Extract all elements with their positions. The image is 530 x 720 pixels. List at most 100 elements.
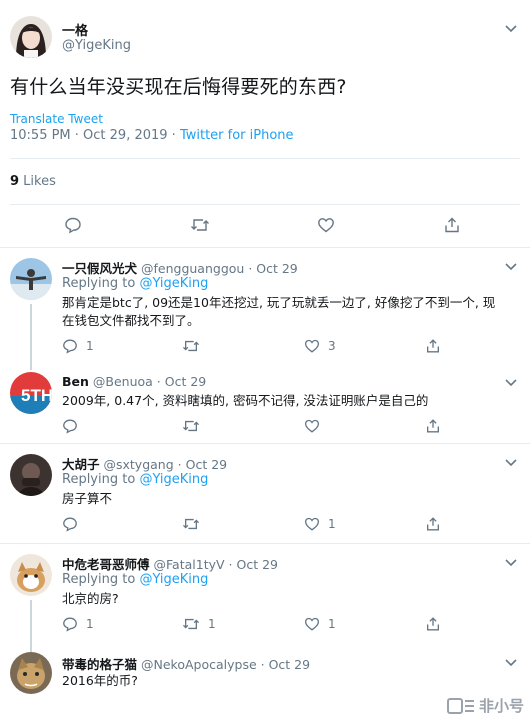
reply-author-name[interactable]: Ben — [62, 374, 89, 389]
reply-icon — [65, 217, 81, 234]
reply-icon — [63, 517, 77, 532]
like-button[interactable]: 1 — [304, 516, 336, 532]
replying-to-handle[interactable]: @YigeKing — [139, 572, 208, 587]
watermark: 非小号 — [446, 695, 524, 716]
retweet-button[interactable] — [182, 418, 208, 434]
chevron-down-icon[interactable] — [503, 258, 519, 274]
reply-text: 房子算不 — [62, 491, 113, 506]
reply-author-handle[interactable]: @Fatal1tyV — [154, 557, 225, 572]
reply-button[interactable] — [62, 516, 86, 532]
retweet-icon — [191, 219, 209, 231]
share-icon — [427, 517, 439, 531]
reply-author-name[interactable]: 带毒的格子猫 — [62, 657, 137, 672]
reply-author-handle[interactable]: @NekoApocalypse — [141, 657, 257, 672]
share-button[interactable] — [443, 216, 461, 234]
divider — [10, 158, 520, 159]
reply-avatar[interactable] — [10, 554, 52, 596]
reply-button[interactable] — [64, 216, 82, 234]
tweet-source-link[interactable]: Twitter for iPhone — [180, 128, 294, 143]
tweet-text: 有什么当年没买现在后悔得要死的东西? — [10, 76, 347, 98]
share-icon — [427, 419, 439, 433]
reply-text: 北京的房? — [62, 591, 119, 606]
translate-tweet-link[interactable]: Translate Tweet — [10, 112, 103, 126]
share-button[interactable] — [425, 616, 441, 632]
share-button[interactable] — [425, 418, 441, 434]
like-button[interactable] — [317, 216, 335, 234]
reply-avatar[interactable] — [10, 652, 52, 694]
retweet-button[interactable]: 1 — [182, 616, 216, 632]
share-icon — [427, 339, 439, 353]
reply-author-handle[interactable]: @sxtygang — [104, 457, 174, 472]
likes-stat[interactable]: 9 Likes — [10, 174, 56, 189]
reply-date[interactable]: · Oct 29 — [178, 457, 227, 472]
like-icon — [318, 218, 334, 233]
reply-avatar[interactable] — [10, 258, 52, 300]
reply-date[interactable]: · Oct 29 — [261, 657, 310, 672]
replying-to-handle[interactable]: @YigeKing — [139, 472, 208, 487]
chevron-down-icon[interactable] — [503, 654, 519, 670]
reply-author-name[interactable]: 一只假风光犬 — [62, 261, 137, 276]
tweet-timestamp[interactable]: 10:55 PM · Oct 29, 2019 · — [10, 128, 180, 143]
reply-icon — [63, 339, 77, 354]
reply-icon — [63, 617, 77, 632]
main-tweet: 一格 @YigeKing 有什么当年没买现在后悔得要死的东西? Translat… — [0, 0, 530, 248]
like-icon — [304, 617, 320, 631]
retweet-icon — [182, 518, 200, 530]
like-icon — [304, 419, 320, 433]
share-icon — [427, 617, 439, 631]
reply-text: 那肯定是btc了, 09还是10年还挖过, 玩了玩就丢一边了, 好像挖了不到一个… — [62, 295, 496, 328]
replying-to: Replying to @YigeKing — [62, 276, 208, 291]
reply-date[interactable]: · Oct 29 — [229, 557, 278, 572]
reply-button[interactable]: 1 — [62, 338, 94, 354]
replying-to: Replying to @YigeKing — [62, 472, 208, 487]
reply-header: 大胡子 @sxtygang · Oct 29 — [62, 454, 227, 473]
reply-author-handle[interactable]: @fengguanggou — [141, 261, 244, 276]
reply-author-name[interactable]: 中危老哥恶师傅 — [62, 557, 150, 572]
reply-avatar[interactable] — [10, 454, 52, 496]
reply-text: 2016年的币? — [62, 673, 138, 688]
retweet-button[interactable] — [182, 516, 208, 532]
like-count: 1 — [328, 617, 336, 631]
reply-date[interactable]: · Oct 29 — [248, 261, 297, 276]
reply-date[interactable]: · Oct 29 — [157, 374, 206, 389]
replying-to-handle[interactable]: @YigeKing — [139, 276, 208, 291]
reply-button[interactable] — [62, 418, 86, 434]
replying-to-label: Replying to — [62, 472, 140, 487]
reply-author-name[interactable]: 大胡子 — [62, 457, 100, 472]
reply-tweet[interactable]: 5TH Ben @Benuoa · Oct 29 2009年, 0.47个, 资… — [0, 366, 530, 444]
retweet-icon — [182, 618, 200, 630]
chevron-down-icon[interactable] — [503, 20, 519, 36]
reply-author-handle[interactable]: @Benuoa — [93, 374, 153, 389]
reply-avatar[interactable]: 5TH — [10, 372, 52, 414]
reply-header: 带毒的格子猫 @NekoApocalypse · Oct 29 — [62, 654, 310, 673]
like-count: 1 — [328, 517, 336, 531]
chevron-down-icon[interactable] — [503, 374, 519, 390]
share-button[interactable] — [425, 516, 441, 532]
chevron-down-icon[interactable] — [503, 454, 519, 470]
reply-tweet[interactable]: 大胡子 @sxtygang · Oct 29 Replying to @Yige… — [0, 444, 530, 544]
reply-text: 2009年, 0.47个, 资料瞎填的, 密码不记得, 没法证明账户是自己的 — [62, 393, 429, 408]
reply-button[interactable]: 1 — [62, 616, 94, 632]
retweet-icon — [182, 420, 200, 432]
like-button[interactable]: 3 — [304, 338, 336, 354]
share-icon — [445, 217, 459, 233]
reply-count: 1 — [86, 617, 94, 631]
retweet-button[interactable] — [190, 216, 210, 234]
replying-to: Replying to @YigeKing — [62, 572, 208, 587]
reply-header: Ben @Benuoa · Oct 29 — [62, 374, 206, 389]
like-button[interactable] — [304, 418, 328, 434]
chevron-down-icon[interactable] — [503, 554, 519, 570]
share-button[interactable] — [425, 338, 441, 354]
tweet-meta: 10:55 PM · Oct 29, 2019 · Twitter for iP… — [10, 128, 294, 143]
like-icon — [304, 339, 320, 353]
author-avatar[interactable] — [10, 16, 52, 58]
likes-count: 9 — [10, 174, 20, 189]
retweet-button[interactable] — [182, 338, 208, 354]
reply-header: 中危老哥恶师傅 @Fatal1tyV · Oct 29 — [62, 554, 278, 573]
reply-tweet[interactable]: 一只假风光犬 @fengguanggou · Oct 29 Replying t… — [0, 248, 530, 370]
replying-to-label: Replying to — [62, 276, 140, 291]
like-button[interactable]: 1 — [304, 616, 336, 632]
reply-tweet[interactable]: 中危老哥恶师傅 @Fatal1tyV · Oct 29 Replying to … — [0, 544, 530, 652]
author-handle[interactable]: @YigeKing — [62, 38, 131, 53]
author-name[interactable]: 一格 — [62, 20, 88, 39]
